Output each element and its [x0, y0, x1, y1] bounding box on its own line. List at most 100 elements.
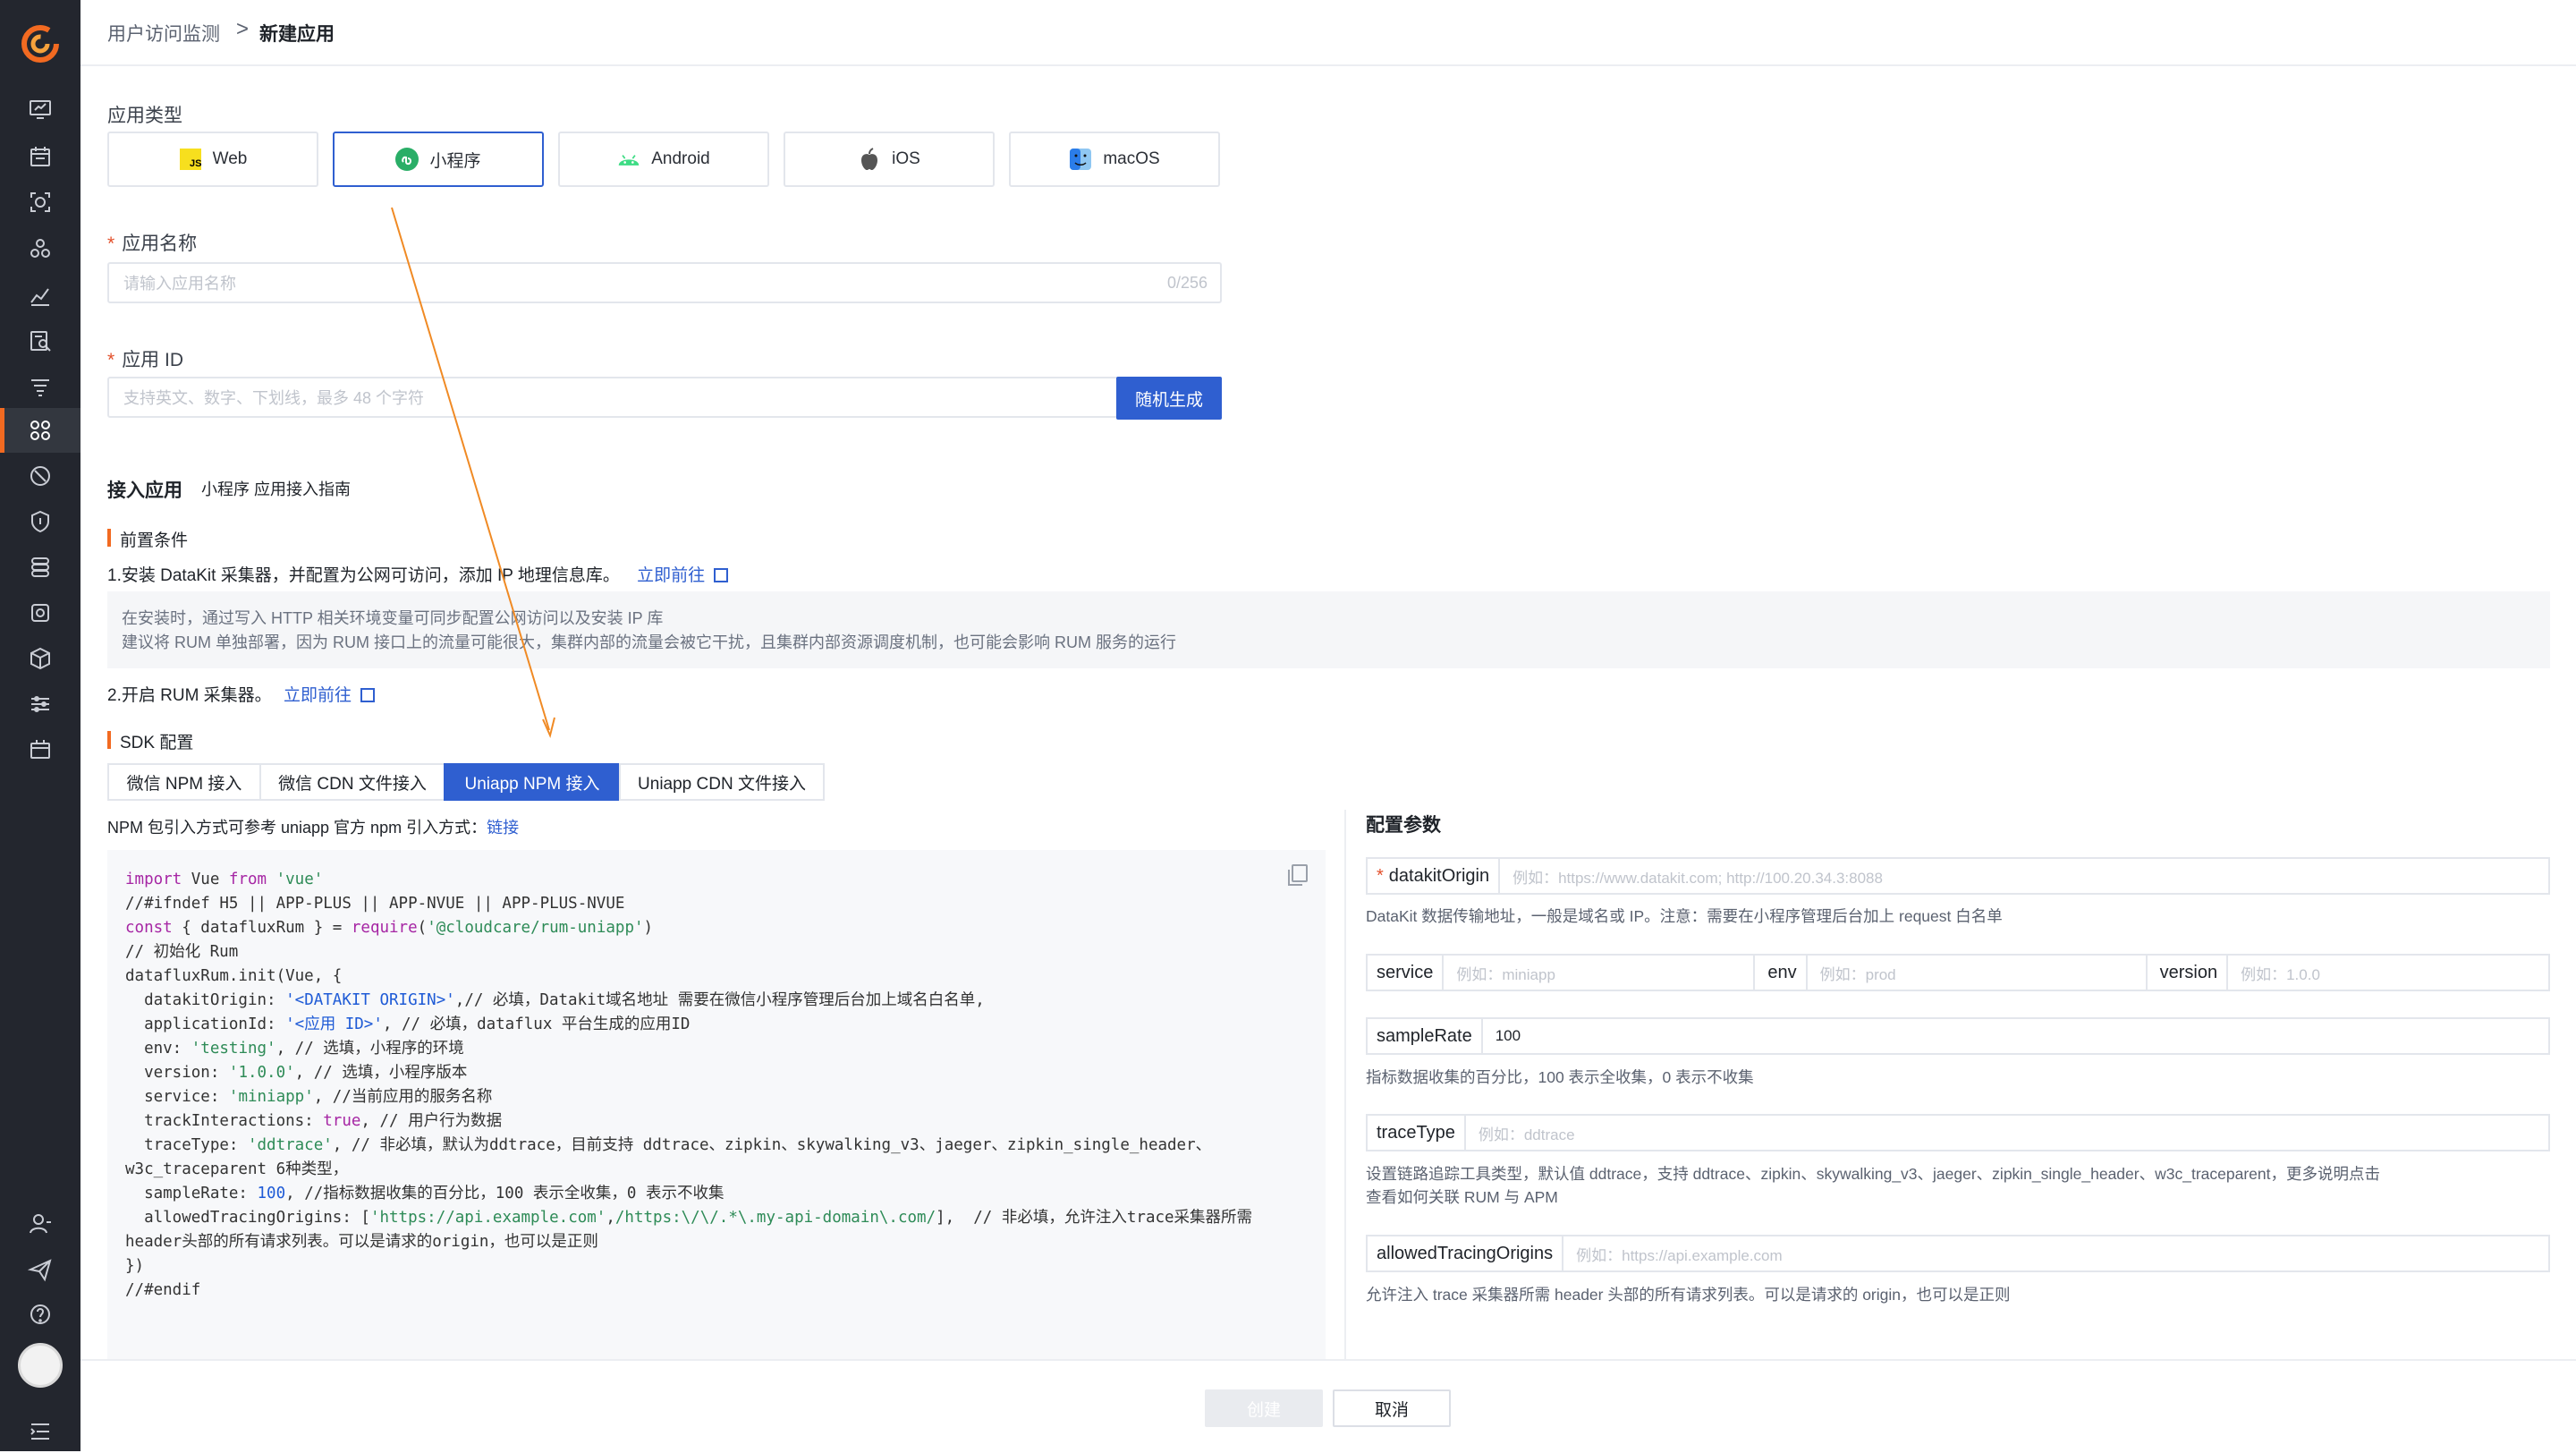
field-separator: [2145, 956, 2148, 990]
user-icon[interactable]: [22, 1206, 58, 1242]
app-name-counter: 0/256: [1166, 273, 1208, 292]
datakit-origin-field[interactable]: * datakitOrigin 例如：https://www.datakit.co…: [1366, 857, 2550, 895]
app-type-android-label: Android: [651, 149, 710, 168]
js-icon: JS: [179, 148, 202, 171]
external-link-icon: [714, 568, 729, 582]
config-title: 配置参数: [1366, 815, 1441, 836]
create-button[interactable]: 创建: [1205, 1389, 1323, 1427]
field-separator: [1562, 1236, 1564, 1270]
app-type-ios-label: iOS: [892, 149, 920, 168]
cancel-button[interactable]: 取消: [1333, 1389, 1451, 1427]
header: 用户访问监测 > 新建应用: [80, 0, 2576, 66]
apps-grid-icon[interactable]: [22, 412, 58, 448]
collapse-menu-icon[interactable]: [22, 1414, 58, 1449]
access-title: 接入应用: [107, 480, 182, 501]
app-type-miniprogram[interactable]: 小程序: [333, 132, 544, 187]
datakit-origin-label: * datakitOrigin: [1377, 865, 1490, 886]
android-icon: [617, 148, 640, 171]
settings-sliders-icon[interactable]: [22, 686, 58, 722]
breadcrumb-separator-icon: >: [236, 17, 250, 41]
app-id-label: * 应用 ID: [107, 350, 184, 370]
log-search-icon[interactable]: [22, 323, 58, 359]
column-divider: [1344, 810, 1346, 1360]
datakit-origin-placeholder: 例如：https://www.datakit.com; http://100.2…: [1513, 869, 1883, 887]
app-type-macos[interactable]: macOS: [1009, 132, 1220, 187]
version-input[interactable]: 例如：1.0.0: [2241, 962, 2320, 984]
app-id-input[interactable]: 支持英文、数字、下划线，最多 48 个字符: [107, 377, 1118, 418]
install-note-line2: 建议将 RUM 单独部署，因为 RUM 接口上的流量可能很大，集群内部的流量会被…: [122, 633, 1176, 651]
events-icon[interactable]: [22, 369, 58, 404]
calendar-icon[interactable]: [22, 139, 58, 174]
service-env-version-row: service 例如：miniapp env 例如：prod version 例…: [1366, 954, 2550, 991]
step2-link[interactable]: 立即前往: [284, 686, 352, 705]
copy-icon[interactable]: [1288, 864, 1308, 886]
infrastructure-icon[interactable]: [22, 231, 58, 267]
svg-text:JS: JS: [190, 158, 201, 169]
app-name-placeholder: 请输入应用名称: [123, 275, 236, 293]
allowed-origins-placeholder: 例如：https://api.example.com: [1576, 1246, 1783, 1264]
field-separator: [2226, 956, 2229, 990]
install-note-line1: 在安装时，通过写入 HTTP 相关环境变量可同步配置公网访问以及安装 IP 库: [122, 609, 664, 627]
sample-rate-label: sampleRate: [1377, 1025, 1472, 1046]
allowed-origins-label: allowedTracingOrigins: [1377, 1243, 1554, 1263]
env-label: env: [1767, 962, 1797, 982]
field-separator: [1442, 956, 1445, 990]
help-icon[interactable]: [22, 1296, 58, 1332]
trace-type-label: traceType: [1377, 1122, 1455, 1143]
guance-logo[interactable]: [21, 24, 60, 64]
random-generate-button[interactable]: 随机生成: [1116, 377, 1222, 420]
code-content: import Vue from 'vue' //#ifndef H5 || AP…: [125, 871, 1253, 1299]
tab-uniapp-cdn[interactable]: Uniapp CDN 文件接入: [619, 763, 825, 801]
trace-type-help: 设置链路追踪工具类型，默认值 ddtrace，支持 ddtrace、zipkin…: [1366, 1165, 2380, 1183]
npm-link[interactable]: 链接: [487, 819, 519, 837]
datakit-origin-help: DataKit 数据传输地址，一般是域名或 IP。注意：需要在小程序管理后台加上…: [1366, 907, 2003, 925]
sidebar: [0, 0, 80, 1451]
external-link-icon: [360, 688, 375, 702]
app-type-label: 应用类型: [107, 106, 182, 126]
step1-link[interactable]: 立即前往: [637, 566, 705, 585]
app-type-web-label: Web: [212, 149, 248, 168]
dashboard-icon[interactable]: [22, 91, 58, 127]
cube-icon[interactable]: [22, 641, 58, 676]
app-id-placeholder: 支持英文、数字、下划线，最多 48 个字符: [123, 389, 425, 407]
trace-type-field[interactable]: traceType 例如：ddtrace: [1366, 1114, 2550, 1151]
scan-icon[interactable]: [22, 184, 58, 220]
install-note: 在安装时，通过写入 HTTP 相关环境变量可同步配置公网访问以及安装 IP 库 …: [107, 591, 2550, 668]
field-separator: [1805, 956, 1808, 990]
app-type-android[interactable]: Android: [558, 132, 769, 187]
tab-wechat-cdn[interactable]: 微信 CDN 文件接入: [259, 763, 445, 801]
breadcrumb-current: 新建应用: [259, 24, 335, 45]
metrics-icon[interactable]: [22, 277, 58, 313]
sample-rate-field[interactable]: sampleRate 100: [1366, 1017, 2550, 1055]
monitor-icon[interactable]: [22, 595, 58, 631]
field-separator: [1463, 1116, 1466, 1150]
sample-rate-help: 指标数据收集的百分比，100 表示全收集，0 表示不收集: [1366, 1068, 1754, 1086]
footer-bar: [80, 1359, 2576, 1453]
field-separator: [1498, 859, 1501, 893]
security-shield-icon[interactable]: [22, 504, 58, 540]
avatar[interactable]: [18, 1343, 63, 1388]
npm-note: NPM 包引入方式可参考 uniapp 官方 npm 引入方式：链接: [107, 819, 520, 837]
access-guide-link[interactable]: 小程序 应用接入指南: [201, 477, 351, 500]
service-input[interactable]: 例如：miniapp: [1456, 962, 1753, 984]
app-type-macos-label: macOS: [1103, 149, 1160, 168]
tab-wechat-npm[interactable]: 微信 NPM 接入: [107, 763, 261, 801]
trace-type-link[interactable]: 查看如何关联 RUM 与 APM: [1366, 1185, 1558, 1208]
database-icon[interactable]: [22, 549, 58, 585]
finder-icon: [1069, 148, 1092, 171]
synthetic-test-icon[interactable]: [22, 458, 58, 494]
code-block: import Vue from 'vue' //#ifndef H5 || AP…: [107, 850, 1326, 1362]
app-type-ios[interactable]: iOS: [784, 132, 995, 187]
billing-icon[interactable]: [22, 732, 58, 768]
breadcrumb-parent[interactable]: 用户访问监测: [107, 20, 220, 47]
trace-type-placeholder: 例如：ddtrace: [1478, 1126, 1575, 1143]
field-separator: [1480, 1019, 1483, 1053]
env-input[interactable]: 例如：prod: [1820, 962, 2146, 984]
send-icon[interactable]: [22, 1252, 58, 1287]
allowed-origins-field[interactable]: allowedTracingOrigins 例如：https://api.exa…: [1366, 1235, 2550, 1272]
app-name-input[interactable]: 请输入应用名称 0/256: [107, 262, 1222, 303]
prereq-title: 前置条件: [107, 527, 188, 551]
app-type-web[interactable]: JS Web: [107, 132, 318, 187]
field-separator: [1753, 956, 1756, 990]
tab-uniapp-npm[interactable]: Uniapp NPM 接入: [444, 763, 621, 801]
